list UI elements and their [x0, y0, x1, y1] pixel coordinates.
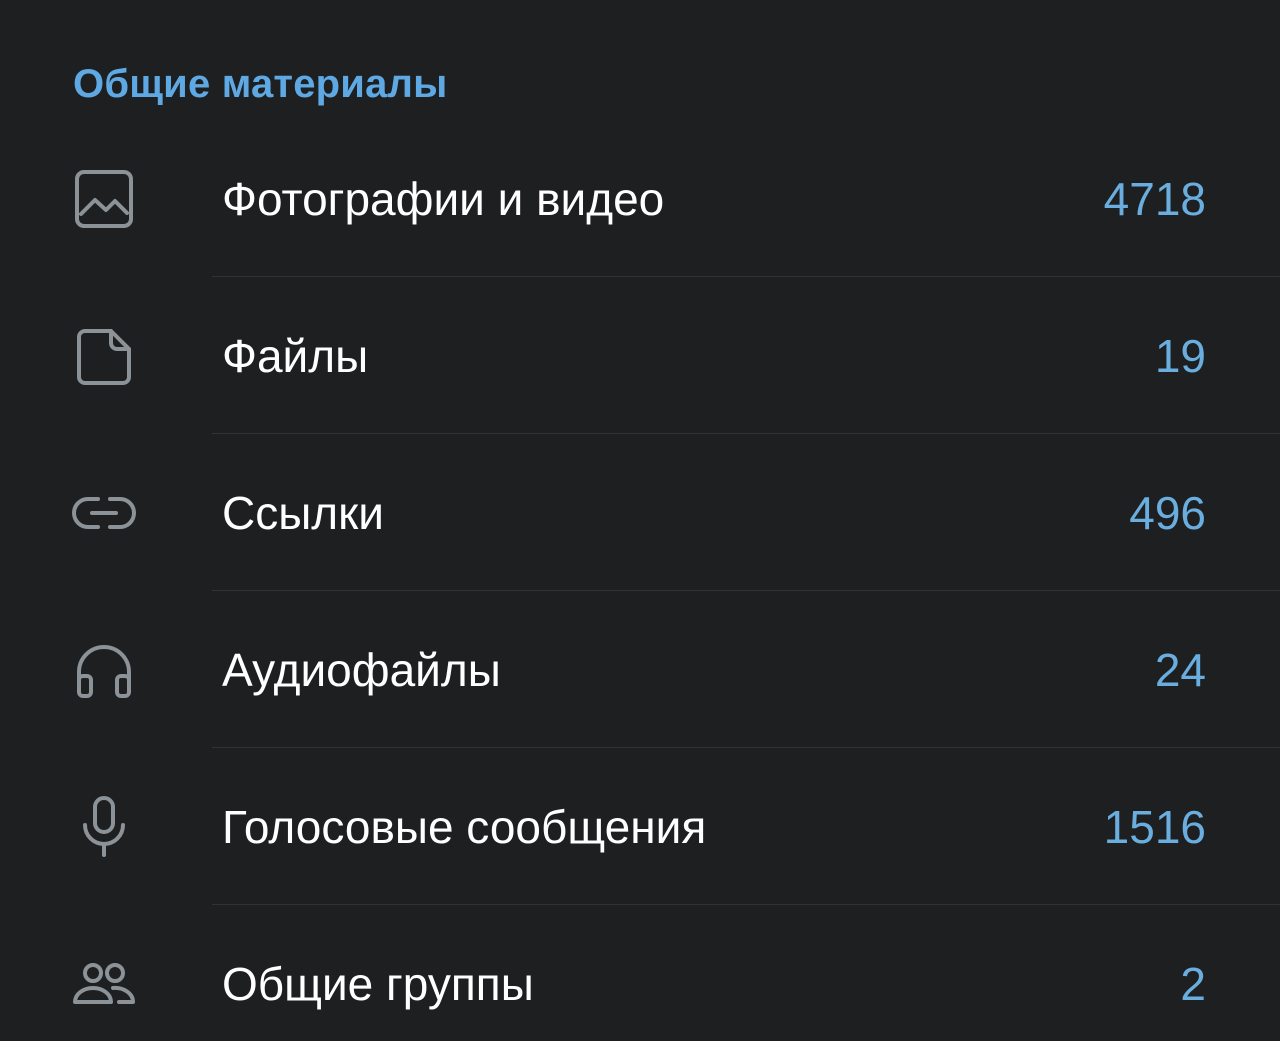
list-item-label: Общие группы: [222, 958, 534, 1010]
list-item-count: 1516: [1103, 801, 1206, 853]
section-title: Общие материалы: [73, 62, 448, 106]
list-item-label: Файлы: [222, 330, 369, 382]
image-icon: [66, 161, 142, 237]
list-item-count: 496: [1129, 487, 1206, 539]
list-item-audio[interactable]: Аудиофайлы 24: [0, 591, 1280, 748]
group-icon: [66, 946, 142, 1022]
shared-media-list: Фотографии и видео 4718 Файлы 19 Ссылки …: [0, 120, 1280, 1041]
file-icon: [66, 318, 142, 394]
headphones-icon: [66, 632, 142, 708]
list-item-count: 2: [1180, 958, 1206, 1010]
list-item-photos-videos[interactable]: Фотографии и видео 4718: [0, 120, 1280, 277]
list-item-label: Фотографии и видео: [222, 173, 665, 225]
list-item-links[interactable]: Ссылки 496: [0, 434, 1280, 591]
list-item-count: 24: [1154, 644, 1206, 696]
list-item-shared-groups[interactable]: Общие группы 2: [0, 905, 1280, 1041]
list-item-label: Голосовые сообщения: [222, 801, 707, 853]
microphone-icon: [66, 789, 142, 865]
list-item-count: 4718: [1103, 173, 1206, 225]
list-item-voice-messages[interactable]: Голосовые сообщения 1516: [0, 748, 1280, 905]
list-item-files[interactable]: Файлы 19: [0, 277, 1280, 434]
list-item-count: 19: [1154, 330, 1206, 382]
link-icon: [66, 475, 142, 551]
list-item-label: Аудиофайлы: [222, 644, 501, 696]
list-item-label: Ссылки: [222, 487, 384, 539]
